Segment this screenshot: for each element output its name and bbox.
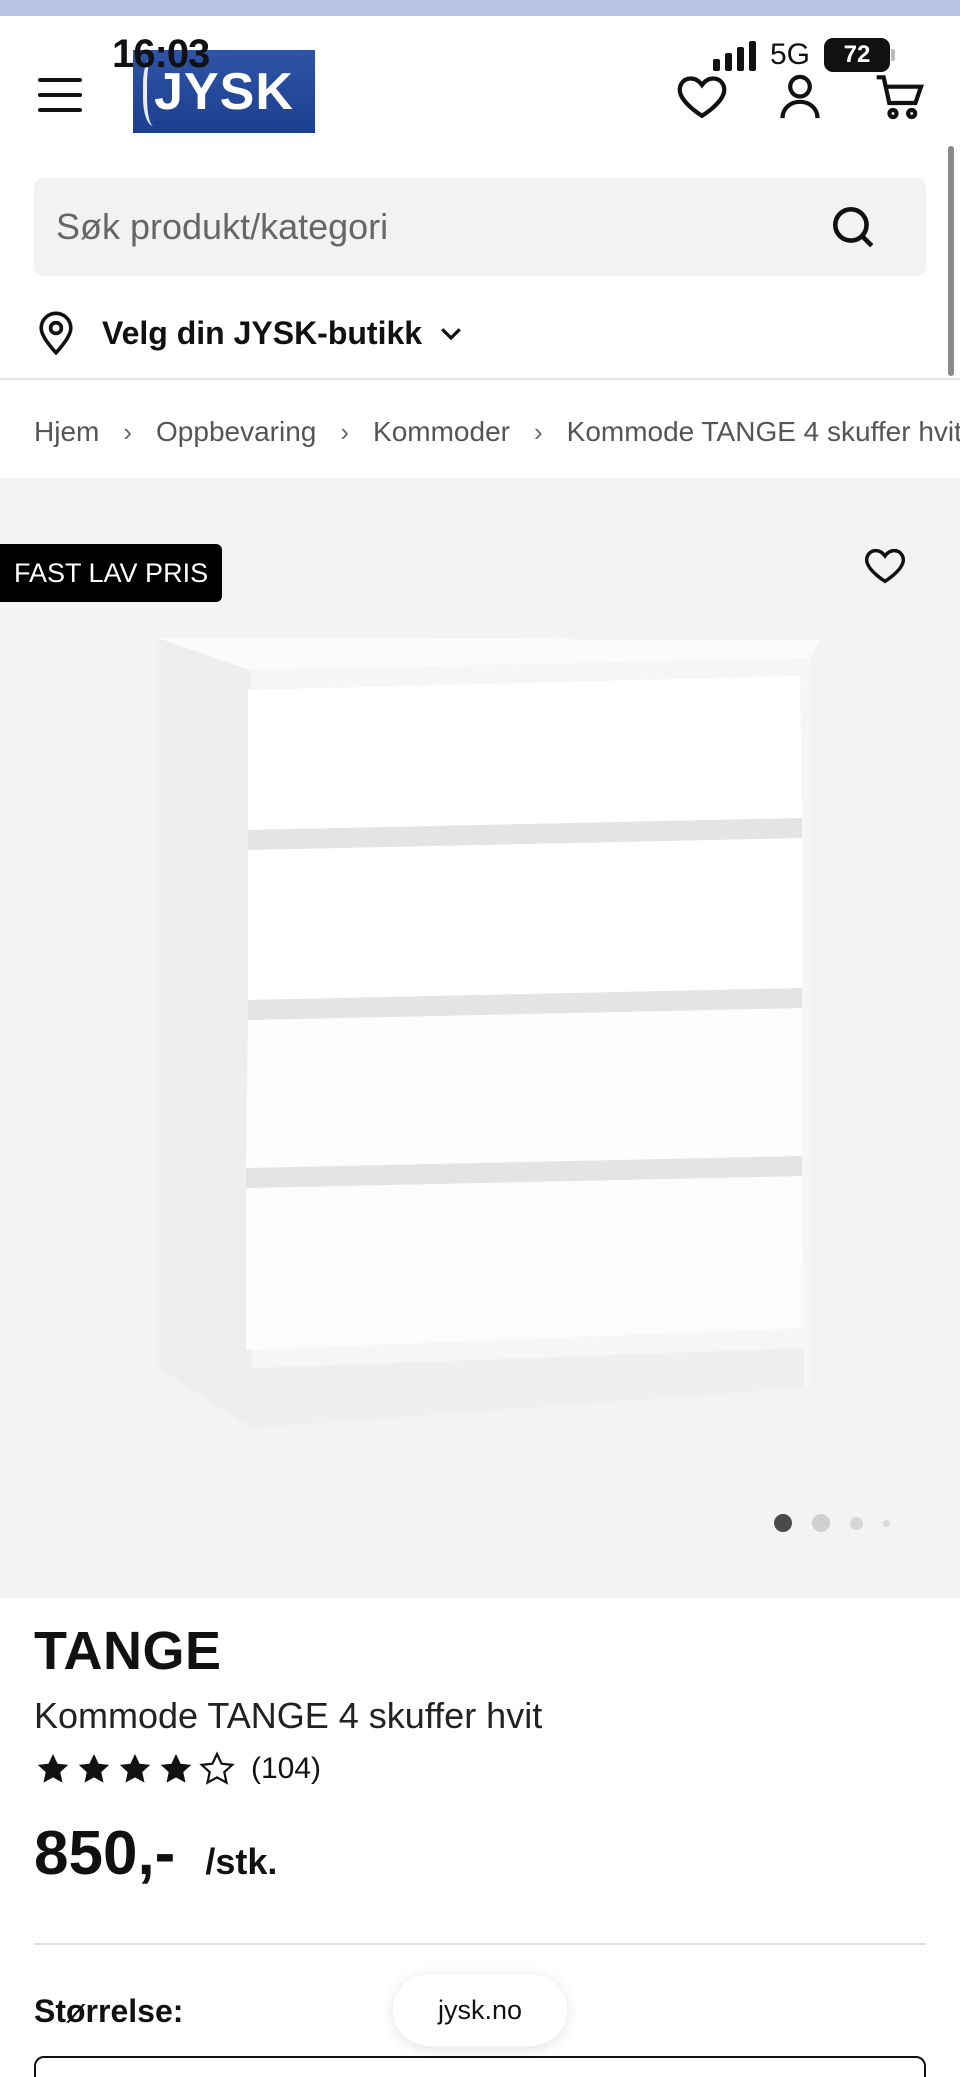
add-to-wishlist-heart-icon[interactable] [862, 542, 908, 588]
star-filled-icon [160, 1753, 192, 1783]
breadcrumb-item-dressers[interactable]: Kommoder [373, 416, 510, 448]
gallery-dot-3[interactable] [850, 1516, 863, 1530]
gallery-dot-4[interactable] [883, 1519, 890, 1527]
location-pin-icon [39, 311, 73, 356]
star-filled-icon [119, 1753, 151, 1783]
review-count: (104) [251, 1752, 322, 1785]
star-empty-icon [199, 1751, 235, 1785]
search-bar [34, 178, 926, 276]
chevron-right-icon: › [123, 416, 133, 447]
breadcrumb-item-storage[interactable]: Oppbevaring [156, 416, 316, 448]
gallery-dot-2[interactable] [812, 1514, 830, 1532]
menu-icon[interactable] [38, 78, 82, 112]
breadcrumb: Hjem › Oppbevaring › Kommoder › Kommode … [34, 412, 960, 452]
product-rating[interactable]: (104) [34, 1750, 321, 1788]
product-image-dresser [158, 638, 820, 1428]
price-amount: 850,- [34, 1819, 176, 1888]
search-input[interactable] [56, 178, 816, 276]
store-picker[interactable]: Velg din JYSK-butikk [36, 308, 466, 358]
chevron-right-icon: › [340, 416, 350, 447]
size-select[interactable] [34, 2056, 926, 2077]
gallery-pagination [774, 1514, 890, 1532]
search-icon[interactable] [828, 202, 878, 252]
cart-icon[interactable] [872, 68, 928, 124]
header-divider [0, 378, 960, 380]
star-filled-icon [37, 1753, 69, 1783]
price-block: 850,- /stk. [34, 1818, 277, 1889]
user-icon[interactable] [772, 68, 828, 124]
network-label: 5G [769, 38, 810, 71]
battery-icon: 72 [824, 38, 895, 72]
breadcrumb-item-current: Kommode TANGE 4 skuffer hvit [566, 416, 960, 447]
scrollbar[interactable] [948, 146, 954, 376]
section-divider [34, 1943, 926, 1945]
breadcrumb-item-home[interactable]: Hjem [34, 416, 99, 448]
chevron-right-icon: › [533, 416, 543, 447]
gallery-dot-1[interactable] [774, 1514, 792, 1532]
browser-url-pill[interactable]: jysk.no [393, 1974, 567, 2046]
heart-icon[interactable] [674, 68, 730, 124]
price-badge: FAST LAV PRIS [0, 544, 223, 602]
status-time: 16:03 [112, 32, 210, 76]
battery-level: 72 [843, 41, 871, 68]
product-brand: TANGE [34, 1621, 222, 1681]
browser-top-strip [0, 0, 960, 16]
status-indicators: 5G 72 [712, 38, 895, 72]
price-unit: /stk. [205, 1841, 278, 1882]
product-name: Kommode TANGE 4 skuffer hvit [34, 1695, 543, 1736]
store-picker-label: Velg din JYSK-butikk [102, 314, 423, 351]
star-filled-icon [78, 1753, 110, 1783]
product-image-gallery[interactable]: FAST LAV PRIS [0, 478, 960, 1598]
size-label: Størrelse: [34, 1993, 184, 2029]
signal-icon [712, 39, 756, 71]
chevron-down-icon [441, 328, 461, 341]
